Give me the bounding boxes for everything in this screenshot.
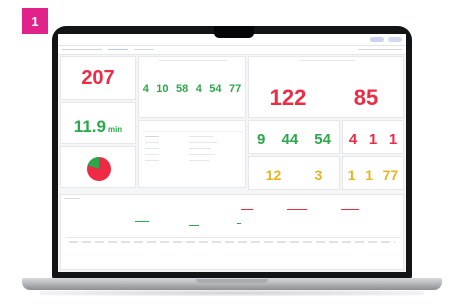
big-stat-panel: 122 85 <box>248 56 404 118</box>
list-panel <box>138 120 246 188</box>
tab-placeholder[interactable] <box>62 49 102 50</box>
red-values: 4 1 1 <box>343 131 403 148</box>
red-value: 1 <box>368 131 378 148</box>
top-bar-button[interactable] <box>388 37 402 42</box>
timeline-event-green[interactable] <box>237 223 241 224</box>
tab-placeholder[interactable] <box>134 49 154 50</box>
badge-number: 1 <box>31 13 39 29</box>
pie-panel <box>60 146 136 188</box>
list-item[interactable] <box>189 148 211 149</box>
list-item[interactable] <box>145 136 159 137</box>
list-item[interactable] <box>145 142 159 143</box>
row-values-panel: 4 10 58 4 54 77 <box>138 56 246 118</box>
row-value: 58 <box>176 83 189 95</box>
toolbar-placeholder[interactable] <box>358 49 402 50</box>
laptop-base-lip <box>196 279 268 283</box>
timeline-event-green[interactable] <box>189 225 199 226</box>
timeline-ticks <box>69 241 395 243</box>
yellow-value: 12 <box>265 167 282 183</box>
green-values: 9 44 54 <box>249 131 339 148</box>
timeline-axis <box>65 237 401 238</box>
stat-value: 207 <box>81 67 115 89</box>
stat-panel-total: 207 <box>60 56 136 100</box>
green-value: 44 <box>281 131 299 148</box>
red-value: 4 <box>348 131 358 148</box>
green-value: 9 <box>257 131 266 148</box>
row-value: 77 <box>228 83 242 95</box>
camera-notch <box>214 26 254 38</box>
list-item[interactable] <box>145 148 159 149</box>
timeline-event-red[interactable] <box>341 209 359 210</box>
panel-title-placeholder <box>159 60 227 61</box>
list-item[interactable] <box>189 154 215 155</box>
row-value: 4 <box>142 83 149 95</box>
red-value: 1 <box>388 131 398 148</box>
panel-title-placeholder <box>299 60 355 61</box>
stat-panel-duration: 11.9 min <box>60 102 136 144</box>
big-stat-left: 122 <box>269 85 307 110</box>
mixed-value: 1 <box>347 167 356 183</box>
list-divider <box>143 131 243 132</box>
row-value: 4 <box>195 83 202 95</box>
mixed-value: 77 <box>382 167 399 183</box>
mixed-row-panel: 1 1 77 <box>342 156 404 190</box>
duration-unit: min <box>107 125 123 134</box>
row-values: 4 10 58 4 54 77 <box>139 83 245 95</box>
step-number-badge: 1 <box>22 8 48 34</box>
mixed-value: 1 <box>365 167 373 183</box>
yellow-value: 3 <box>314 167 323 183</box>
red-row-panel: 4 1 1 <box>342 120 404 154</box>
pie-chart <box>87 157 111 181</box>
duration-value: 11.9 min <box>61 117 135 137</box>
list-item[interactable] <box>189 160 209 161</box>
laptop-screen: 207 11.9 min 4 10 58 4 54 77 122 85 9 44… <box>58 34 406 272</box>
panel-title-placeholder <box>64 198 80 199</box>
green-value: 54 <box>314 131 331 148</box>
dashboard-tab-bar <box>58 46 406 55</box>
duration-number: 11.9 <box>73 117 106 136</box>
row-value: 54 <box>209 83 222 95</box>
timeline-event-red[interactable] <box>241 209 253 210</box>
timeline-event-green[interactable] <box>135 221 149 222</box>
yellow-values: 12 3 <box>249 167 339 183</box>
top-bar-button[interactable] <box>370 37 384 42</box>
timeline-panel <box>60 194 404 270</box>
list-item[interactable] <box>145 154 159 155</box>
big-stat-right: 85 <box>353 85 379 110</box>
green-row-panel: 9 44 54 <box>248 120 340 154</box>
list-item[interactable] <box>189 142 217 143</box>
laptop-shadow <box>40 290 424 296</box>
list-item[interactable] <box>145 160 159 161</box>
timeline-event-red[interactable] <box>287 209 307 210</box>
tab-placeholder[interactable] <box>108 49 128 50</box>
row-value: 10 <box>156 83 169 95</box>
mixed-values: 1 1 77 <box>343 167 403 183</box>
list-item[interactable] <box>189 136 213 137</box>
yellow-row-panel: 12 3 <box>248 156 340 190</box>
